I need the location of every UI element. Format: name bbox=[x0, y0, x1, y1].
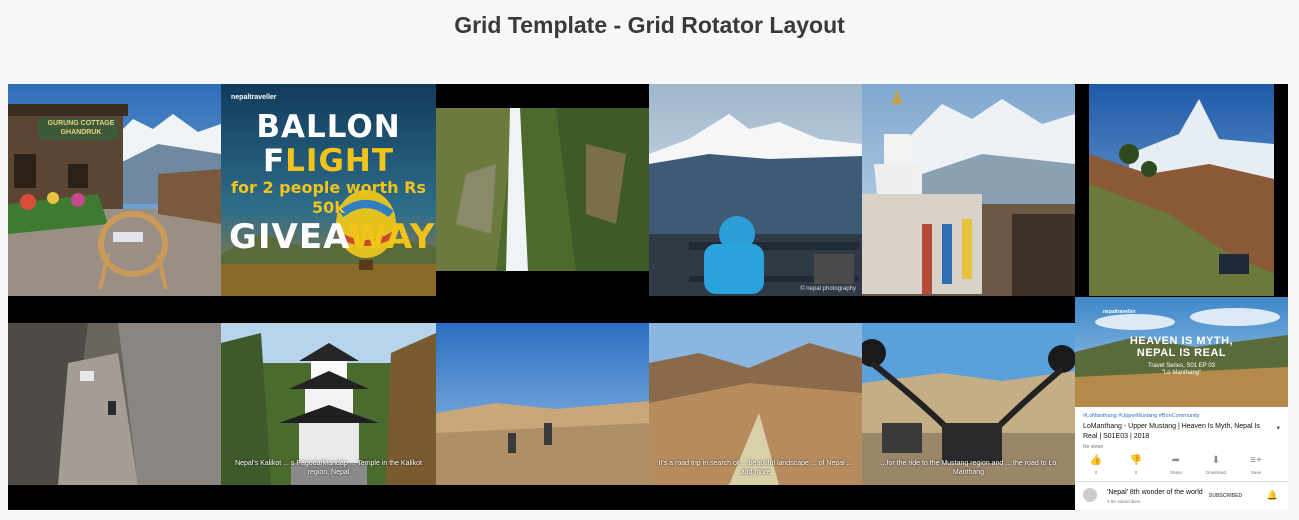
tile-pagoda[interactable]: Nepal's Kalikot ... s Pagoda/Mandap ... … bbox=[221, 323, 436, 485]
share-button[interactable]: ➦ Share bbox=[1163, 455, 1189, 476]
waterfall-photo bbox=[436, 84, 649, 296]
tile-cliff-road[interactable] bbox=[8, 323, 221, 485]
cottage-sign-line-2: GHANDRUK bbox=[60, 129, 102, 136]
download-label: Download bbox=[1205, 470, 1226, 475]
tile-gurung-cottage[interactable]: GURUNG COTTAGE GHANDRUK bbox=[8, 84, 221, 296]
bench-view-photo bbox=[649, 84, 862, 296]
tile-mountain-bike[interactable] bbox=[436, 323, 649, 485]
like-button[interactable]: 👍 0 bbox=[1083, 455, 1109, 476]
channel-name[interactable]: 'Nepal' 8th wonder of the world bbox=[1107, 489, 1203, 496]
mountain-bike-photo bbox=[436, 323, 649, 485]
stupa-photo bbox=[862, 84, 1075, 296]
thumbnail-sub-2: "Lo Manthang" bbox=[1161, 370, 1202, 376]
cottage-sign-line-1: GURUNG COTTAGE bbox=[47, 120, 115, 127]
thumbnail-brand: nepaltraveller bbox=[1103, 309, 1136, 315]
ballon-line-3a: GIVEA bbox=[229, 217, 349, 257]
card-divider bbox=[1075, 481, 1288, 482]
share-icon: ➦ bbox=[1171, 455, 1181, 466]
pagoda-caption: Nepal's Kalikot ... s Pagoda/Mandap ... … bbox=[235, 460, 422, 476]
expand-caret-icon[interactable]: ▾ bbox=[1276, 424, 1280, 432]
thumbs-down-icon: 👎 bbox=[1129, 455, 1143, 466]
ballon-line-1b: LIGHT bbox=[285, 143, 394, 179]
tile-stupa[interactable] bbox=[862, 84, 1075, 296]
dislike-count: 0 bbox=[1134, 470, 1138, 475]
tile-ballon-flight[interactable]: nepaltraveller BALLON FLIGHT for 2 peopl… bbox=[221, 84, 436, 296]
video-title[interactable]: LoManthang - Upper Mustang | Heaven Is M… bbox=[1083, 422, 1268, 442]
bell-icon[interactable]: 🔔 bbox=[1267, 490, 1278, 501]
thumbs-up-icon: 👍 bbox=[1089, 455, 1103, 466]
bench-watermark: © nepal photography bbox=[800, 286, 856, 292]
thumbnail-headline-2: NEPAL IS REAL bbox=[1136, 347, 1227, 359]
thumbnail-headline-1: HEAVEN IS MYTH, bbox=[1129, 335, 1234, 347]
cliff-road-photo bbox=[8, 323, 221, 485]
save-button[interactable]: ≡+ Save bbox=[1243, 455, 1269, 476]
ballon-line-3b: WAY bbox=[348, 217, 436, 257]
save-label: Save bbox=[1250, 470, 1262, 475]
bike-caption: ...for the ride to the Mustang region an… bbox=[880, 460, 1057, 476]
video-views: No views bbox=[1083, 444, 1104, 450]
tile-waterfall[interactable] bbox=[436, 84, 649, 296]
valley-caption: It's a road trip in search of ... beauti… bbox=[658, 460, 853, 476]
video-hashtags[interactable]: #LoManthang #UpperMustang #BonCommunity bbox=[1083, 413, 1200, 419]
channel-avatar[interactable] bbox=[1083, 488, 1097, 502]
ballon-headline: BALLON FLIGHT for 2 people worth Rs 50k … bbox=[229, 110, 436, 257]
share-label: Share bbox=[1169, 470, 1182, 475]
like-count: 0 bbox=[1094, 470, 1098, 475]
ballon-line-1: BALLON FLIGHT bbox=[229, 110, 428, 178]
channel-subscribers: 4.5K subscribers bbox=[1107, 499, 1141, 504]
subscribed-button[interactable]: SUBSCRIBED bbox=[1209, 493, 1242, 499]
tile-motorbike-ride[interactable]: ...for the ride to the Mustang region an… bbox=[862, 323, 1075, 485]
ballon-line-3: GIVEAWAY!! bbox=[229, 217, 436, 257]
page-title: Grid Template - Grid Rotator Layout bbox=[454, 12, 845, 38]
gurung-cottage-photo bbox=[8, 84, 221, 296]
download-icon: ⬇ bbox=[1211, 455, 1221, 466]
dislike-button[interactable]: 👎 0 bbox=[1123, 455, 1149, 476]
ballon-line-2: for 2 people worth Rs 50k bbox=[231, 178, 426, 217]
thumbnail-subtitle: Travel Series, S01 EP 03 "Lo Manthang" bbox=[1075, 363, 1288, 377]
tile-mustang-valley[interactable]: It's a road trip in search of ... beauti… bbox=[649, 323, 862, 485]
ballon-brand: nepaltraveller bbox=[231, 94, 277, 101]
tile-ama-dablam[interactable] bbox=[1089, 84, 1274, 296]
thumbnail-sub-1: Travel Series, S01 EP 03 bbox=[1147, 363, 1216, 369]
thumbnail-headline: HEAVEN IS MYTH, NEPAL IS REAL bbox=[1075, 335, 1288, 359]
download-button[interactable]: ⬇ Download bbox=[1203, 455, 1229, 476]
ama-dablam-photo bbox=[1089, 84, 1274, 296]
video-actions: 👍 0 👎 0 ➦ Share ⬇ Download ≡+ Save bbox=[1083, 455, 1283, 477]
video-thumbnail[interactable]: nepaltraveller HEAVEN IS MYTH, NEPAL IS … bbox=[1075, 297, 1288, 407]
save-icon: ≡+ bbox=[1250, 455, 1262, 466]
cottage-sign: GURUNG COTTAGE GHANDRUK bbox=[42, 119, 120, 137]
youtube-video-card[interactable]: nepaltraveller HEAVEN IS MYTH, NEPAL IS … bbox=[1075, 297, 1288, 510]
tile-bench-view[interactable]: © nepal photography bbox=[649, 84, 862, 296]
